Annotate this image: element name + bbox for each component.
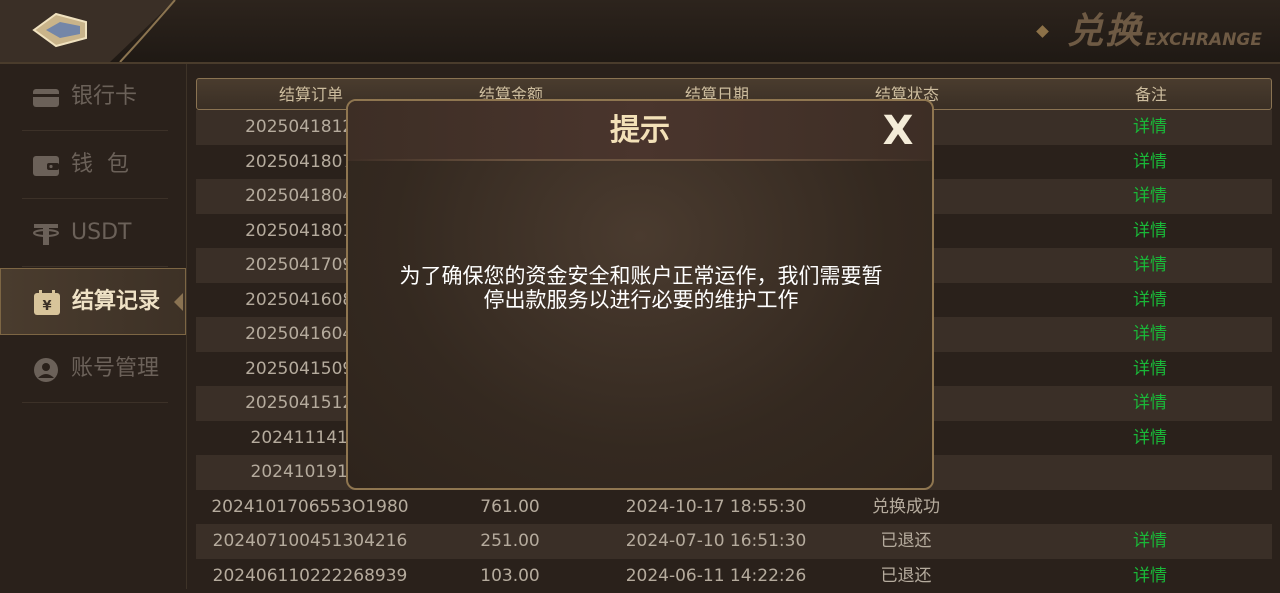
detail-link[interactable]: 详情 [976, 179, 1280, 214]
detail-link[interactable]: 详情 [976, 524, 1280, 559]
dialog-title: 提示 [348, 111, 932, 151]
detail-link[interactable]: 详情 [976, 317, 1280, 352]
cell-date: 2024-07-10 16:51:30 [596, 524, 836, 559]
sidebar-item-label: 银行卡 [71, 82, 137, 112]
cell-order: 202407100451304216 [196, 524, 424, 559]
close-icon[interactable]: X [878, 111, 918, 151]
bank-card-icon [32, 85, 60, 111]
cell-amount: 103.00 [424, 559, 596, 593]
page-title-cn: 兑换 [1067, 10, 1143, 54]
account-icon [32, 357, 60, 383]
notice-dialog: 提示 X 为了确保您的资金安全和账户正常运作，我们需要暂 停出款服务以进行必要的… [346, 99, 934, 490]
sidebar-item-bank-card[interactable]: 银行卡 [0, 64, 186, 131]
top-header: 兑换 EXCHRANGE [0, 0, 1280, 64]
sidebar-item-wallet[interactable]: 钱 包 [0, 132, 186, 199]
column-header-note: 备注 [977, 79, 1280, 111]
table-row: 202407100451304216251.002024-07-10 16:51… [196, 524, 1272, 559]
sidebar-item-account[interactable]: 账号管理 [0, 336, 186, 403]
dialog-message-line-2: 停出款服务以进行必要的维护工作 [368, 288, 914, 312]
cell-order: 202406110222268939 [196, 559, 424, 593]
sidebar-item-label: 结算记录 [72, 287, 160, 317]
wallet-icon [32, 153, 60, 179]
detail-link[interactable]: 详情 [976, 559, 1280, 593]
detail-link[interactable]: 详情 [976, 110, 1280, 145]
back-arrow-icon[interactable] [30, 10, 90, 50]
detail-link[interactable]: 详情 [976, 421, 1280, 456]
sidebar: 银行卡 钱 包 USDT ¥ 结算记录 [0, 64, 187, 589]
detail-link[interactable]: 详情 [976, 214, 1280, 249]
dialog-message: 为了确保您的资金安全和账户正常运作，我们需要暂 停出款服务以进行必要的维护工作 [368, 264, 914, 312]
sidebar-item-label: USDT [71, 218, 131, 248]
cell-amount: 761.00 [424, 490, 596, 525]
detail-link[interactable]: 详情 [976, 386, 1280, 421]
table-row: 2024101706553O1980761.002024-10-17 18:55… [196, 490, 1272, 525]
detail-link[interactable]: 详情 [976, 248, 1280, 283]
svg-text:¥: ¥ [42, 299, 51, 314]
sidebar-item-label: 账号管理 [71, 354, 159, 384]
page-title: 兑换 EXCHRANGE [1038, 8, 1262, 54]
sidebar-item-settlement-record[interactable]: ¥ 结算记录 [0, 268, 186, 335]
detail-link[interactable]: 详情 [976, 352, 1280, 387]
detail-link[interactable]: 详情 [976, 283, 1280, 318]
cell-amount: 251.00 [424, 524, 596, 559]
cell-status: 已退还 [836, 559, 976, 593]
cell-date: 2024-10-17 18:55:30 [596, 490, 836, 525]
cell-order: 2024101706553O1980 [196, 490, 424, 525]
cell-status: 兑换成功 [836, 490, 976, 525]
sidebar-item-label: 钱 包 [71, 150, 129, 180]
diamond-icon [1036, 25, 1049, 38]
table-row: 202406110222268939103.002024-06-11 14:22… [196, 559, 1272, 593]
detail-link[interactable]: 详情 [976, 145, 1280, 180]
cell-date: 2024-06-11 14:22:26 [596, 559, 836, 593]
cell-status: 已退还 [836, 524, 976, 559]
active-indicator-icon [174, 293, 183, 311]
usdt-icon [32, 221, 60, 247]
header-decoration [100, 0, 190, 62]
settlement-record-icon: ¥ [33, 290, 61, 316]
sidebar-item-usdt[interactable]: USDT [0, 200, 186, 267]
page-title-en: EXCHRANGE [1145, 30, 1262, 50]
dialog-message-line-1: 为了确保您的资金安全和账户正常运作，我们需要暂 [368, 264, 914, 288]
